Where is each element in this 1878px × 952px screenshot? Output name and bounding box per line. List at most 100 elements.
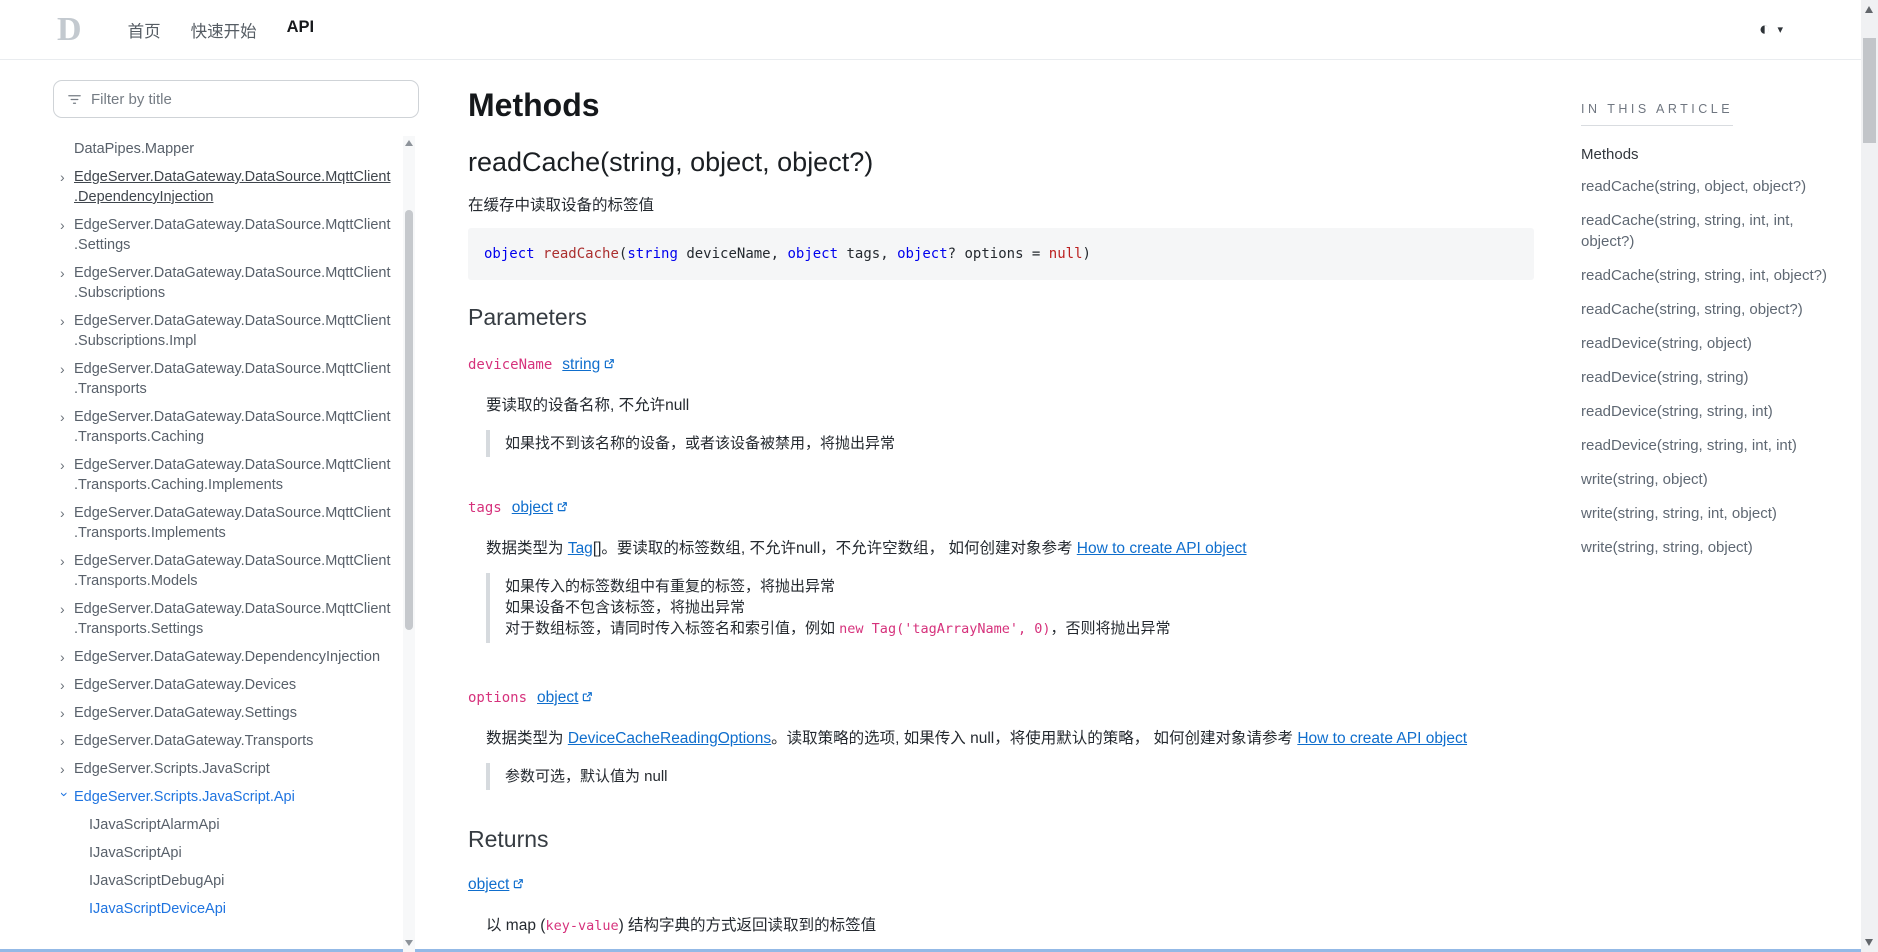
parameter-type-link[interactable]: object: [512, 497, 568, 519]
toc-item-1[interactable]: readCache(string, string, int, int, obje…: [1581, 210, 1843, 252]
note-line: 参数可选，默认值为 null: [505, 766, 1534, 787]
parameter-type-link[interactable]: string: [562, 354, 615, 376]
sidebar-item[interactable]: ›EdgeServer.DataGateway.Transports: [53, 727, 393, 755]
chevron-right-icon[interactable]: ›: [60, 503, 74, 543]
chevron-right-icon[interactable]: ›: [60, 263, 74, 303]
sidebar-item[interactable]: ›EdgeServer.DataGateway.DependencyInject…: [53, 643, 393, 671]
toc-item-3[interactable]: readCache(string, string, object?): [1581, 299, 1843, 320]
text-span: 如果设备不包含该标签，将抛出异常: [505, 599, 745, 616]
chevron-right-icon: [60, 139, 74, 159]
parameter-type-link[interactable]: object: [537, 687, 593, 709]
sidebar-item[interactable]: ›EdgeServer.DataGateway.DataSource.MqttC…: [53, 595, 393, 643]
nav-link-1[interactable]: 快速开始: [191, 18, 257, 42]
toc-item-8[interactable]: write(string, object): [1581, 469, 1843, 490]
text-span: 以 map (: [486, 917, 545, 934]
toc-item-10[interactable]: write(string, string, object): [1581, 537, 1843, 558]
toc-group-methods[interactable]: Methods: [1581, 146, 1843, 163]
note-line: 如果传入的标签数组中有重复的标签，将抛出异常: [505, 576, 1534, 597]
sidebar-scrollbar-thumb[interactable]: [405, 210, 413, 630]
content-link[interactable]: How to create API object: [1077, 540, 1247, 557]
sidebar-item[interactable]: ›EdgeServer.Scripts.JavaScript: [53, 755, 393, 783]
sidebar-item[interactable]: IJavaScriptApi: [53, 839, 393, 867]
chevron-right-icon[interactable]: ›: [60, 215, 74, 255]
nav-link-0[interactable]: 首页: [128, 18, 161, 42]
note-line: 对于数组标签，请同时传入标签名和索引值，例如 new Tag('tagArray…: [505, 618, 1534, 640]
sidebar-item[interactable]: ›EdgeServer.DataGateway.DataSource.MqttC…: [53, 355, 393, 403]
filter-box: [53, 80, 419, 118]
text-span: 参数可选，默认值为 null: [505, 768, 668, 785]
chevron-down-icon[interactable]: ›: [55, 792, 75, 806]
page-scrollbar-thumb[interactable]: [1863, 38, 1876, 143]
chevron-right-icon[interactable]: ›: [60, 311, 74, 351]
sidebar-item-label: IJavaScriptAlarmApi: [89, 815, 393, 835]
sidebar-item[interactable]: IJavaScriptDeviceApi: [53, 895, 393, 923]
chevron-right-icon[interactable]: ›: [60, 703, 74, 723]
sidebar-item-label: EdgeServer.DataGateway.DataSource.MqttCl…: [74, 263, 393, 303]
sidebar-item[interactable]: ›EdgeServer.DataGateway.DataSource.MqttC…: [53, 547, 393, 595]
sidebar-item[interactable]: DataPipes.Mapper: [53, 135, 393, 163]
scroll-down-icon[interactable]: [405, 940, 413, 946]
sidebar-item[interactable]: ›EdgeServer.Scripts.JavaScript.Api: [53, 783, 393, 811]
filter-input[interactable]: [91, 91, 405, 108]
sidebar-item[interactable]: ›EdgeServer.DataGateway.DataSource.MqttC…: [53, 259, 393, 307]
sidebar-item[interactable]: ›EdgeServer.DataGateway.DataSource.MqttC…: [53, 499, 393, 547]
sidebar-item-label: EdgeServer.DataGateway.DependencyInjecti…: [74, 647, 393, 667]
sidebar-item[interactable]: ›EdgeServer.DataGateway.DataSource.MqttC…: [53, 163, 393, 211]
chevron-right-icon: [75, 871, 89, 891]
external-link-icon: [557, 500, 568, 516]
page-title: Methods: [468, 86, 1534, 124]
chevron-right-icon[interactable]: ›: [60, 647, 74, 667]
content-link[interactable]: How to create API object: [1297, 730, 1467, 747]
returns-type-link[interactable]: object: [468, 874, 524, 896]
chevron-right-icon[interactable]: ›: [60, 167, 74, 207]
chevron-right-icon[interactable]: ›: [60, 407, 74, 447]
content-link[interactable]: DeviceCacheReadingOptions: [568, 730, 771, 747]
in-this-article: IN THIS ARTICLE Methods readCache(string…: [1581, 60, 1843, 558]
site-logo[interactable]: D: [57, 13, 82, 47]
theme-toggle[interactable]: ◐ ▾: [1759, 20, 1783, 39]
page-scrollbar[interactable]: [1861, 0, 1878, 952]
sidebar-item-label: EdgeServer.DataGateway.DataSource.MqttCl…: [74, 503, 393, 543]
chevron-right-icon[interactable]: ›: [60, 551, 74, 591]
toc-heading: IN THIS ARTICLE: [1581, 102, 1733, 126]
chevron-right-icon[interactable]: ›: [60, 759, 74, 779]
returns-type-row: object: [468, 874, 1534, 896]
sidebar-item[interactable]: ›EdgeServer.DataGateway.DataSource.MqttC…: [53, 307, 393, 355]
code-token: null: [1049, 246, 1083, 262]
toc-item-0[interactable]: readCache(string, object, object?): [1581, 176, 1843, 197]
toc-item-6[interactable]: readDevice(string, string, int): [1581, 401, 1843, 422]
sidebar-item[interactable]: ›EdgeServer.DataGateway.DataSource.MqttC…: [53, 451, 393, 499]
sidebar-item[interactable]: IJavaScriptAlarmApi: [53, 811, 393, 839]
chevron-right-icon[interactable]: ›: [60, 599, 74, 639]
sidebar-item[interactable]: ›EdgeServer.DataGateway.Devices: [53, 671, 393, 699]
sidebar-item-label: EdgeServer.DataGateway.DataSource.MqttCl…: [74, 311, 393, 351]
sidebar-item[interactable]: ›EdgeServer.DataGateway.Settings: [53, 699, 393, 727]
chevron-right-icon: [75, 899, 89, 919]
scroll-up-icon[interactable]: [1865, 6, 1873, 13]
sidebar-scrollbar[interactable]: [403, 136, 415, 952]
text-span: 对于数组标签，请同时传入标签名和索引值，例如: [505, 620, 839, 637]
scroll-up-icon[interactable]: [405, 140, 413, 146]
toc-item-2[interactable]: readCache(string, string, int, object?): [1581, 265, 1843, 286]
sidebar-item[interactable]: ›EdgeServer.DataGateway.DataSource.MqttC…: [53, 211, 393, 259]
toc-item-9[interactable]: write(string, string, int, object): [1581, 503, 1843, 524]
chevron-right-icon[interactable]: ›: [60, 455, 74, 495]
toc-item-4[interactable]: readDevice(string, object): [1581, 333, 1843, 354]
content-link[interactable]: Tag: [568, 540, 593, 557]
toc-item-7[interactable]: readDevice(string, string, int, int): [1581, 435, 1843, 456]
sidebar-item[interactable]: IJavaScriptDebugApi: [53, 867, 393, 895]
navbar-links: 首页 快速开始 API: [128, 18, 315, 42]
sidebar-item-label: DataPipes.Mapper: [74, 139, 393, 159]
chevron-right-icon[interactable]: ›: [60, 675, 74, 695]
toc-item-5[interactable]: readDevice(string, string): [1581, 367, 1843, 388]
text-span: 要读取的设备名称, 不允许null: [486, 397, 689, 414]
code-block: object readCache(string deviceName, obje…: [484, 246, 1091, 262]
text-span: 如果找不到该名称的设备，或者该设备被禁用，将抛出异常: [505, 435, 895, 452]
chevron-right-icon[interactable]: ›: [60, 731, 74, 751]
chevron-right-icon[interactable]: ›: [60, 359, 74, 399]
nav-link-2[interactable]: API: [287, 18, 315, 42]
scroll-down-icon[interactable]: [1865, 939, 1873, 946]
sidebar-item-label: EdgeServer.Scripts.JavaScript: [74, 759, 393, 779]
chevron-down-icon: ▾: [1777, 23, 1783, 36]
sidebar-item[interactable]: ›EdgeServer.DataGateway.DataSource.MqttC…: [53, 403, 393, 451]
